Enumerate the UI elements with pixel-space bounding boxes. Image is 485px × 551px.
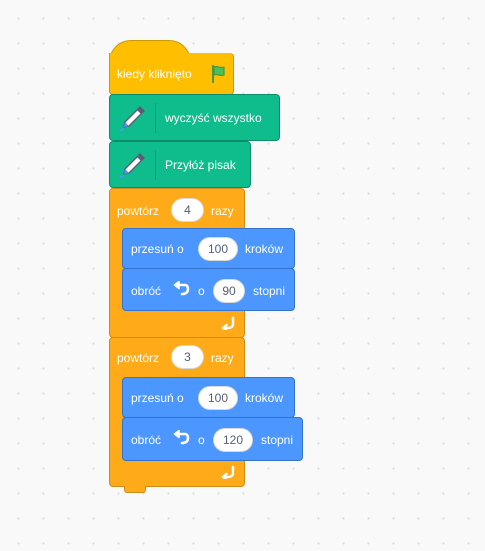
block-divider xyxy=(155,150,156,180)
turn-by-label: o xyxy=(198,433,205,447)
turn-degrees-input[interactable]: 120 xyxy=(213,428,253,452)
pen-icon xyxy=(120,106,145,131)
move-unit-label: kroków xyxy=(245,391,284,405)
turn-label: obróć xyxy=(131,284,162,298)
move-steps-block-2[interactable]: przesuń o 100 kroków xyxy=(122,377,295,418)
turn-left-block-2[interactable]: obróć o 120 stopni xyxy=(122,417,303,461)
move-label: przesuń o xyxy=(131,242,184,256)
move-steps-input[interactable]: 100 xyxy=(198,237,238,261)
move-unit-label: kroków xyxy=(245,242,284,256)
when-flag-clicked-block[interactable]: kiedy kliknięto xyxy=(109,53,234,95)
turn-degrees-input[interactable]: 90 xyxy=(213,279,245,303)
code-workspace[interactable]: kiedy kliknięto wyczyść wszystko Przyłóż… xyxy=(0,0,485,551)
when-flag-clicked-label: kiedy kliknięto xyxy=(117,67,192,81)
loop-arrow-icon xyxy=(221,465,235,479)
repeat-unit-label: razy xyxy=(211,351,234,365)
block-divider xyxy=(155,103,156,133)
repeat-label: powtórz xyxy=(117,351,160,365)
block-notch xyxy=(124,486,146,493)
green-flag-icon xyxy=(212,65,225,83)
turn-left-block-1[interactable]: obróć o 90 stopni xyxy=(122,268,295,311)
repeat-unit-label: razy xyxy=(211,204,234,218)
clear-all-label: wyczyść wszystko xyxy=(165,111,262,125)
clear-all-block[interactable]: wyczyść wszystko xyxy=(109,94,280,141)
rotate-left-icon xyxy=(173,430,190,445)
pen-down-label: Przyłóż pisak xyxy=(165,158,236,172)
pen-down-block[interactable]: Przyłóż pisak xyxy=(109,141,251,188)
move-steps-input[interactable]: 100 xyxy=(198,386,238,410)
turn-unit-label: stopni xyxy=(261,433,294,447)
repeat-count-input[interactable]: 3 xyxy=(171,345,204,369)
rotate-left-icon xyxy=(173,281,190,296)
move-label: przesuń o xyxy=(131,391,184,405)
turn-by-label: o xyxy=(198,284,205,298)
loop-arrow-icon xyxy=(221,316,235,330)
move-steps-block-1[interactable]: przesuń o 100 kroków xyxy=(122,228,295,269)
turn-unit-label: stopni xyxy=(253,284,286,298)
pen-icon xyxy=(120,153,145,178)
repeat-count-input[interactable]: 4 xyxy=(171,198,204,222)
turn-label: obróć xyxy=(131,433,162,447)
repeat-label: powtórz xyxy=(117,204,160,218)
